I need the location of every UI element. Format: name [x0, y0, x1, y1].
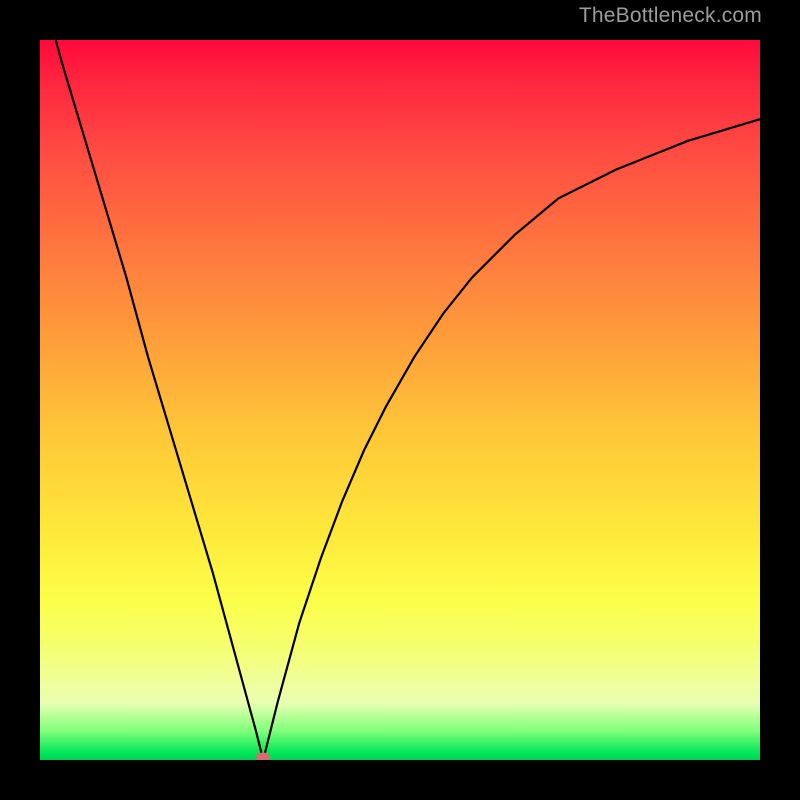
chart-container: TheBottleneck.com — [0, 0, 800, 800]
plot-area — [40, 40, 760, 760]
watermark-text: TheBottleneck.com — [579, 4, 762, 28]
minimum-marker-icon — [256, 753, 270, 761]
bottleneck-curve — [40, 40, 760, 760]
curve-svg — [40, 40, 760, 760]
